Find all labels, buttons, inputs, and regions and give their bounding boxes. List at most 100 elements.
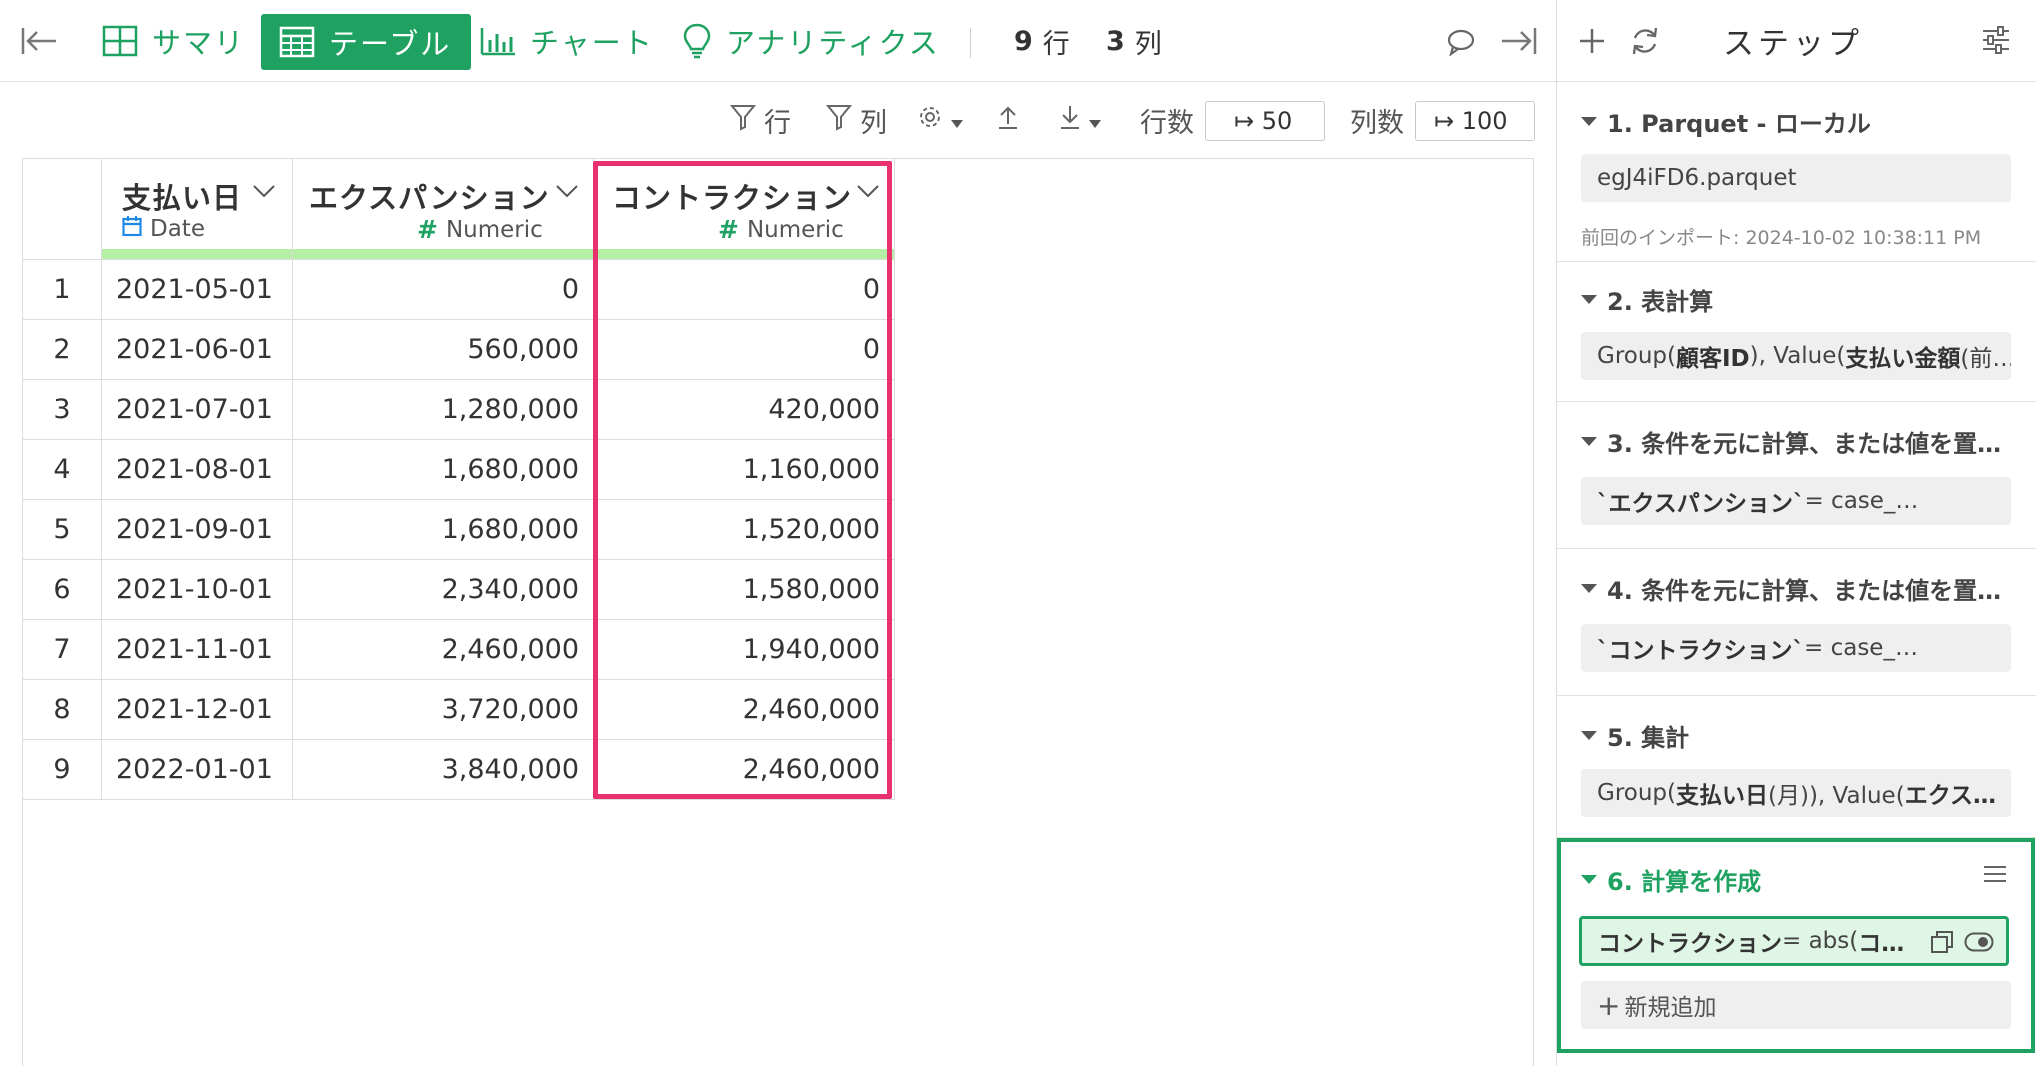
table-row[interactable]: 4 2021-08-01 1,680,000 1,160,000 [22, 439, 895, 500]
step-body-text: = case_… [1804, 488, 1919, 514]
tab-summary[interactable]: サマリ [102, 0, 245, 82]
step-title[interactable]: 5. 集計 [1581, 718, 1689, 753]
step-3[interactable]: 3. 条件を元に計算、または値を置… `エクスパンション` = case_… [1557, 402, 2036, 549]
upload-button[interactable] [996, 82, 1020, 158]
step-body-text: エクス… [1904, 783, 1996, 809]
table-row[interactable]: 1 2021-05-01 0 0 [22, 259, 895, 320]
column-name: コントラクション [612, 181, 853, 215]
tab-table[interactable]: テーブル [261, 14, 472, 70]
cell-expansion[interactable]: 2,460,000 [292, 619, 594, 680]
column-filter-label: 列 [860, 107, 887, 139]
collapse-right-button[interactable] [1500, 26, 1538, 60]
step-6-active[interactable]: 6. 計算を作成 コントラクション = abs(コ… + 新規追加 [1557, 838, 2035, 1053]
cell-contraction[interactable]: 1,520,000 [593, 499, 895, 560]
table-icon [279, 26, 315, 58]
table-row[interactable]: 9 2022-01-01 3,840,000 2,460,000 [22, 739, 895, 800]
table-row[interactable]: 3 2021-07-01 1,280,000 420,000 [22, 379, 895, 440]
step-body[interactable]: egJ4iFD6.parquet [1581, 154, 2011, 202]
cell-contraction[interactable]: 1,580,000 [593, 559, 895, 620]
refresh-button[interactable] [1629, 24, 1661, 62]
step-title[interactable]: 3. 条件を元に計算、または値を置… [1581, 424, 2001, 459]
step-2[interactable]: 2. 表計算 Group(顧客ID), Value(支払い金額 (前… [1557, 262, 2036, 402]
cell-contraction[interactable]: 0 [593, 319, 895, 380]
table-row[interactable]: 2 2021-06-01 560,000 0 [22, 319, 895, 380]
cell-expansion[interactable]: 2,340,000 [292, 559, 594, 620]
chevron-down-icon[interactable] [856, 183, 880, 202]
cell-expansion[interactable]: 0 [292, 259, 594, 320]
step-body[interactable]: `コントラクション` = case_… [1581, 624, 2011, 672]
cell-expansion[interactable]: 560,000 [292, 319, 594, 380]
step-title[interactable]: 4. 条件を元に計算、または値を置… [1581, 571, 2001, 606]
step-formula-body[interactable]: コントラクション = abs(コ… [1579, 916, 2009, 966]
download-dropdown-button[interactable] [1058, 82, 1102, 158]
step-4[interactable]: 4. 条件を元に計算、または値を置… `コントラクション` = case_… [1557, 549, 2036, 696]
column-header-contraction[interactable]: コントラクション # Numeric [593, 158, 895, 260]
table-row[interactable]: 7 2021-11-01 2,460,000 1,940,000 [22, 619, 895, 680]
toggle-visibility-icon[interactable] [1964, 932, 1994, 958]
table-row[interactable]: 5 2021-09-01 1,680,000 1,520,000 [22, 499, 895, 560]
cell-date[interactable]: 2021-06-01 [101, 319, 293, 380]
cell-expansion[interactable]: 1,680,000 [292, 499, 594, 560]
step-menu-button[interactable] [1983, 864, 2007, 888]
step-body[interactable]: Group(支払い日 (月)), Value(エクス… [1581, 769, 2011, 817]
step-body[interactable]: `エクスパンション` = case_… [1581, 477, 2011, 525]
cell-date[interactable]: 2021-05-01 [101, 259, 293, 320]
upload-icon [996, 104, 1020, 137]
cell-date[interactable]: 2021-11-01 [101, 619, 293, 680]
cell-contraction[interactable]: 2,460,000 [593, 679, 895, 740]
table-row[interactable]: 6 2021-10-01 2,340,000 1,580,000 [22, 559, 895, 620]
add-new-button[interactable]: + 新規追加 [1581, 981, 2011, 1029]
comment-button[interactable] [1446, 28, 1476, 60]
cell-contraction[interactable]: 0 [593, 259, 895, 320]
step-body-text: コントラクション [1598, 931, 1782, 957]
tab-chart[interactable]: チャート [480, 0, 654, 82]
step-title[interactable]: 1. Parquet - ローカル [1581, 104, 1871, 139]
cell-contraction[interactable]: 1,160,000 [593, 439, 895, 500]
step-5[interactable]: 5. 集計 Group(支払い日 (月)), Value(エクス… [1557, 696, 2036, 838]
column-name: 支払い日 [122, 181, 243, 215]
row-filter-button[interactable]: 行 [729, 82, 791, 158]
cell-contraction[interactable]: 1,940,000 [593, 619, 895, 680]
tab-chart-label: チャート [530, 26, 654, 60]
column-type-label: Date [150, 216, 205, 242]
copy-icon[interactable] [1930, 930, 1954, 960]
cell-date[interactable]: 2021-07-01 [101, 379, 293, 440]
chevron-down-icon[interactable] [555, 183, 579, 202]
row-limit-input[interactable]: ↦ 50 [1205, 101, 1325, 141]
column-count-unit: 列 [1134, 28, 1162, 60]
column-limit-input[interactable]: ↦ 100 [1415, 101, 1535, 141]
cell-date[interactable]: 2021-12-01 [101, 679, 293, 740]
cell-expansion[interactable]: 1,280,000 [292, 379, 594, 440]
cell-date[interactable]: 2022-01-01 [101, 739, 293, 800]
cell-date[interactable]: 2021-10-01 [101, 559, 293, 620]
column-filter-button[interactable]: 列 [825, 82, 887, 158]
step-body-text: コ… [1858, 931, 1905, 957]
tab-analytics[interactable]: アナリティクス [682, 0, 940, 82]
step-body[interactable]: Group(顧客ID), Value(支払い金額 (前… [1581, 332, 2011, 380]
lightbulb-icon [682, 23, 712, 59]
column-header-expansion[interactable]: エクスパンション # Numeric [292, 158, 594, 260]
cell-expansion[interactable]: 1,680,000 [292, 439, 594, 500]
bar-chart-icon [480, 26, 516, 56]
collapse-left-button[interactable] [20, 0, 58, 82]
add-step-button[interactable] [1577, 26, 1607, 60]
steps-settings-button[interactable] [1981, 26, 2011, 58]
cell-expansion[interactable]: 3,720,000 [292, 679, 594, 740]
step-title[interactable]: 6. 計算を作成 [1581, 862, 1761, 897]
row-number: 2 [22, 319, 102, 380]
step-title[interactable]: 2. 表計算 [1581, 282, 1713, 317]
column-type: Date [122, 215, 205, 243]
settings-dropdown-button[interactable] [916, 82, 964, 158]
column-header-date[interactable]: 支払い日 Date [101, 158, 293, 260]
step-1[interactable]: 1. Parquet - ローカル egJ4iFD6.parquet 前回のイン… [1557, 82, 2036, 262]
column-type: # Numeric [718, 215, 844, 244]
collapse-triangle-icon [1581, 117, 1597, 126]
cell-contraction[interactable]: 420,000 [593, 379, 895, 440]
step-title-text: 1. Parquet - ローカル [1607, 110, 1871, 138]
cell-expansion[interactable]: 3,840,000 [292, 739, 594, 800]
table-row[interactable]: 8 2021-12-01 3,720,000 2,460,000 [22, 679, 895, 740]
cell-date[interactable]: 2021-08-01 [101, 439, 293, 500]
cell-contraction[interactable]: 2,460,000 [593, 739, 895, 800]
chevron-down-icon[interactable] [252, 183, 276, 202]
cell-date[interactable]: 2021-09-01 [101, 499, 293, 560]
